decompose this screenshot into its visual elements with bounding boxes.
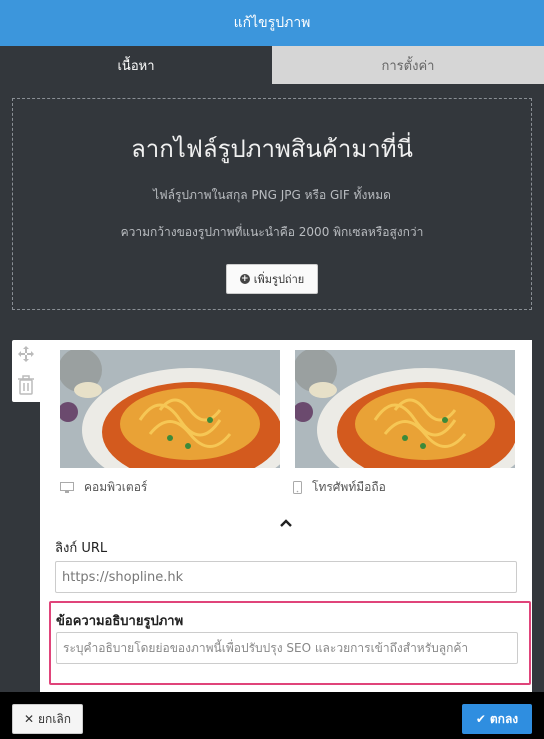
move-icon[interactable] <box>17 345 35 363</box>
mobile-preview-image <box>295 350 515 468</box>
close-icon: ✕ <box>23 712 35 726</box>
alt-text-label: ข้อความอธิบายรูปภาพ <box>56 614 184 629</box>
chevron-up-icon[interactable] <box>278 516 294 530</box>
modal-title: แก้ไขรูปภาพ <box>233 15 311 31</box>
link-url-input[interactable]: https://shopline.hk <box>55 561 517 593</box>
desktop-icon <box>60 481 74 493</box>
image-dropzone[interactable]: ลากไฟล์รูปภาพสินค้ามาที่นี่ ไฟล์รูปภาพใน… <box>12 98 532 310</box>
desktop-label: คอมพิวเตอร์ <box>84 480 148 494</box>
ok-label: ตกลง <box>489 711 519 726</box>
mobile-icon <box>293 481 302 494</box>
alt-text-highlight: ข้อความอธิบายรูปภาพ ระบุคำอธิบายโดยย่อขอ… <box>49 601 531 685</box>
dropzone-recommendation: ความกว้างของรูปภาพที่แนะนำคือ 2000 พิกเซ… <box>120 225 424 239</box>
tab-settings[interactable]: การตั้งค่า <box>272 46 544 84</box>
add-photo-button[interactable]: + เพิ่มรูปถ่าย <box>226 264 318 294</box>
mobile-preview-label: โทรศัพท์มือถือ <box>293 478 386 497</box>
add-photo-label: เพิ่มรูปถ่าย <box>253 273 305 286</box>
dropzone-title: ลากไฟล์รูปภาพสินค้ามาที่นี่ <box>131 135 413 163</box>
plus-circle-icon: + <box>239 274 250 284</box>
tab-content[interactable]: เนื้อหา <box>0 46 272 84</box>
check-icon: ✔ <box>475 712 486 726</box>
cancel-button[interactable]: ✕ ยกเลิก <box>12 704 83 734</box>
cancel-label: ยกเลิก <box>38 711 72 726</box>
mobile-label: โทรศัพท์มือถือ <box>312 480 386 494</box>
desktop-preview-label: คอมพิวเตอร์ <box>60 478 147 497</box>
dropzone-formats: ไฟล์รูปภาพในสกุล PNG JPG หรือ GIF ทั้งหม… <box>153 188 391 202</box>
trash-icon[interactable] <box>17 375 35 395</box>
alt-text-input[interactable]: ระบุคำอธิบายโดยย่อของภาพนี้เพื่อปรับปรุง… <box>56 632 518 664</box>
tab-bar: เนื้อหา การตั้งค่า <box>0 46 544 84</box>
image-settings-panel: คอมพิวเตอร์ โทรศัพท์มือถือ ลิงก์ URL htt… <box>40 340 532 692</box>
ok-button[interactable]: ✔ ตกลง <box>462 704 532 734</box>
desktop-preview-image <box>60 350 280 468</box>
modal-header: แก้ไขรูปภาพ <box>0 0 544 46</box>
modal-footer: ✕ ยกเลิก ✔ ตกลง <box>0 692 544 739</box>
link-url-label: ลิงก์ URL <box>55 541 108 556</box>
image-tools <box>12 340 40 402</box>
